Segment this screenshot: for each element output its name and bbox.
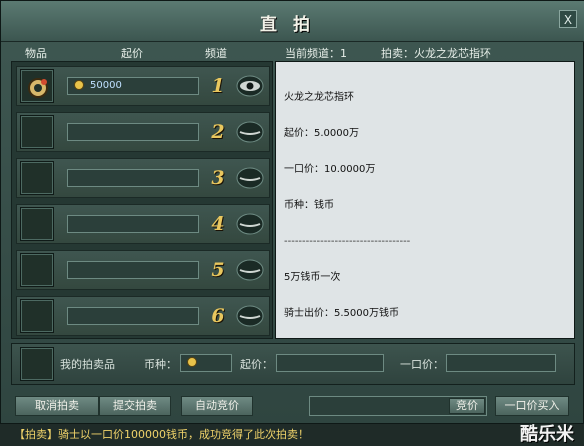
auction-list-panel: 50000 1 2 3 4 5 6 bbox=[11, 61, 273, 339]
my-item-slot[interactable] bbox=[20, 347, 54, 381]
buyout-button[interactable]: 一口价买入 bbox=[495, 396, 569, 416]
auction-row-4[interactable]: 4 bbox=[16, 204, 270, 244]
price-box-3[interactable] bbox=[67, 169, 199, 187]
price-value-1: 50000 bbox=[90, 80, 122, 91]
eye-closed-icon[interactable] bbox=[235, 304, 265, 328]
header-item: 物品 bbox=[25, 47, 47, 60]
detail-line: 5万钱币一次 bbox=[284, 272, 341, 283]
detail-line: 骑士出价：5.5000万钱币 bbox=[284, 308, 399, 319]
start-price-label: 起价： bbox=[240, 358, 273, 371]
auction-row-3[interactable]: 3 bbox=[16, 158, 270, 198]
detail-line: 币种：钱币 bbox=[284, 200, 334, 211]
item-slot-2[interactable] bbox=[20, 115, 54, 149]
auction-row-2[interactable]: 2 bbox=[16, 112, 270, 152]
coin-icon bbox=[74, 80, 84, 90]
submit-auction-button[interactable]: 提交拍卖 bbox=[99, 396, 171, 416]
detail-line: 火龙之龙芯指环 bbox=[284, 92, 354, 103]
coin-icon bbox=[187, 357, 197, 367]
channel-number-3: 3 bbox=[211, 167, 225, 189]
header-current-channel: 当前频道：1 bbox=[285, 47, 347, 60]
detail-line: 起价：5.0000万 bbox=[284, 128, 359, 139]
price-box-5[interactable] bbox=[67, 261, 199, 279]
cancel-auction-button[interactable]: 取消拍卖 bbox=[15, 396, 99, 416]
system-status-bar: 【拍卖】骑士以一口价100000钱币，成功竞得了此次拍卖！ bbox=[0, 424, 584, 446]
currency-selector[interactable] bbox=[180, 354, 232, 372]
item-slot-5[interactable] bbox=[20, 253, 54, 287]
channel-number-5: 5 bbox=[211, 259, 225, 281]
item-slot-3[interactable] bbox=[20, 161, 54, 195]
close-button[interactable]: X bbox=[559, 10, 577, 28]
start-price-input[interactable] bbox=[276, 354, 384, 372]
auto-bid-button[interactable]: 自动竞价 bbox=[181, 396, 253, 416]
my-item-label: 我的拍卖品 bbox=[60, 358, 115, 371]
eye-closed-icon[interactable] bbox=[235, 166, 265, 190]
eye-closed-icon[interactable] bbox=[235, 120, 265, 144]
bid-button[interactable]: 竞价 bbox=[449, 398, 485, 414]
header-auction-item: 拍卖：火龙之龙芯指环 bbox=[381, 47, 491, 60]
my-auction-strip: 我的拍卖品 币种： 起价： 一口价： bbox=[11, 343, 575, 385]
window-title: 直拍 bbox=[260, 15, 326, 35]
eye-closed-icon[interactable] bbox=[235, 258, 265, 282]
watermark-logo: 酷乐米 bbox=[520, 424, 574, 445]
bid-amount-input[interactable]: 竞价 bbox=[309, 396, 487, 416]
channel-number-1: 1 bbox=[211, 75, 225, 97]
detail-separator: ----------------------------------- bbox=[284, 236, 411, 247]
auction-detail-panel: 火龙之龙芯指环 起价：5.0000万 一口价：10.0000万 币种：钱币 --… bbox=[275, 61, 575, 339]
price-box-2[interactable] bbox=[67, 123, 199, 141]
item-slot-1[interactable] bbox=[20, 69, 54, 103]
auction-row-1[interactable]: 50000 1 bbox=[16, 66, 270, 106]
price-box-4[interactable] bbox=[67, 215, 199, 233]
detail-line: 一口价：10.0000万 bbox=[284, 164, 376, 175]
ring-item-icon bbox=[28, 78, 48, 98]
auction-window: 直拍 X 物品 起价 频道 当前频道：1 拍卖：火龙之龙芯指环 50000 1 bbox=[0, 0, 584, 424]
price-box-1[interactable]: 50000 bbox=[67, 77, 199, 95]
buyout-price-input[interactable] bbox=[446, 354, 556, 372]
buyout-price-label: 一口价： bbox=[400, 358, 444, 371]
item-slot-4[interactable] bbox=[20, 207, 54, 241]
item-slot-6[interactable] bbox=[20, 299, 54, 333]
header-price: 起价 bbox=[121, 47, 143, 60]
channel-number-2: 2 bbox=[211, 121, 225, 143]
currency-label: 币种： bbox=[144, 358, 177, 371]
header-channel: 频道 bbox=[205, 47, 227, 60]
auction-row-5[interactable]: 5 bbox=[16, 250, 270, 290]
channel-number-4: 4 bbox=[211, 213, 225, 235]
channel-number-6: 6 bbox=[211, 305, 225, 327]
price-box-6[interactable] bbox=[67, 307, 199, 325]
title-bar: 直拍 X bbox=[1, 1, 584, 42]
eye-open-icon[interactable] bbox=[235, 74, 265, 98]
eye-closed-icon[interactable] bbox=[235, 212, 265, 236]
auction-row-6[interactable]: 6 bbox=[16, 296, 270, 336]
